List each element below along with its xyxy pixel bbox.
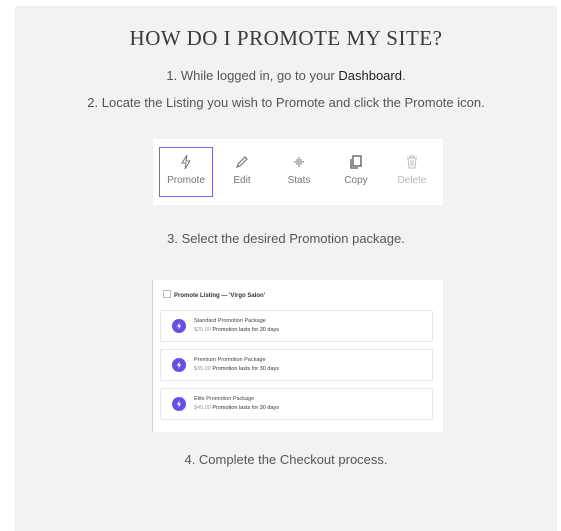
stats-button[interactable]: Stats — [272, 147, 326, 197]
lightning-icon — [181, 154, 191, 170]
edit-button[interactable]: Edit — [215, 147, 269, 197]
package-price: $45.00 — [194, 405, 211, 411]
stats-label: Stats — [287, 175, 311, 186]
step-3: 3. Select the desired Promotion package. — [167, 231, 405, 246]
step-1-end: . — [401, 68, 406, 83]
package-price: $35.00 — [194, 366, 211, 372]
package-option-standard[interactable]: Standard Promotion Package $25.00 Promot… — [160, 310, 433, 342]
promote-button[interactable]: Promote — [159, 147, 213, 197]
copy-label: Copy — [344, 175, 368, 186]
package-details: $35.00 Promotion lasts for 30 days — [194, 366, 279, 372]
help-panel: HOW DO I PROMOTE MY SITE? 1. While logge… — [15, 6, 557, 531]
promote-listing-heading: Promote Listing — 'Virgo Salon' — [163, 290, 265, 299]
package-duration: Promotion lasts for 30 days — [212, 327, 280, 333]
delete-button[interactable]: Delete — [385, 147, 439, 197]
package-name: Standard Promotion Package — [194, 318, 266, 324]
dashboard-link[interactable]: Dashboard — [338, 68, 402, 83]
package-details: $45.00 Promotion lasts for 30 days — [194, 405, 279, 411]
waveform-icon — [294, 157, 304, 167]
package-option-elite[interactable]: Elite Promotion Package $45.00 Promotion… — [160, 388, 433, 420]
lightning-badge-icon — [172, 319, 186, 333]
checkbox-icon — [163, 290, 171, 298]
copy-icon — [350, 155, 362, 169]
lightning-badge-icon — [172, 358, 186, 372]
package-details: $25.00 Promotion lasts for 30 days — [194, 327, 279, 333]
delete-label: Delete — [397, 175, 427, 186]
step-1: 1. While logged in, go to your Dashboard… — [15, 68, 557, 83]
copy-button[interactable]: Copy — [329, 147, 383, 197]
promote-listing-card: Promote Listing — 'Virgo Salon' Standard… — [152, 280, 443, 432]
package-duration: Promotion lasts for 30 days — [212, 366, 280, 372]
trash-icon — [407, 155, 417, 169]
step-1-text: 1. While logged in, go to your — [166, 68, 339, 83]
package-price: $25.00 — [194, 327, 211, 333]
package-name: Premium Promotion Package — [194, 357, 266, 363]
lightning-badge-icon — [172, 397, 186, 411]
page-title: HOW DO I PROMOTE MY SITE? — [129, 26, 443, 50]
package-name: Elite Promotion Package — [194, 396, 255, 402]
listing-toolbar: Promote Edit Stats Copy Delete — [153, 139, 443, 205]
pencil-icon — [236, 156, 248, 168]
edit-label: Edit — [233, 175, 251, 186]
step-2: 2. Locate the Listing you wish to Promot… — [87, 95, 485, 110]
package-option-premium[interactable]: Premium Promotion Package $35.00 Promoti… — [160, 349, 433, 381]
package-duration: Promotion lasts for 30 days — [212, 405, 280, 411]
step-4: 4. Complete the Checkout process. — [184, 452, 388, 467]
promote-label: Promote — [167, 175, 205, 186]
promote-listing-title: Promote Listing — 'Virgo Salon' — [174, 293, 266, 299]
